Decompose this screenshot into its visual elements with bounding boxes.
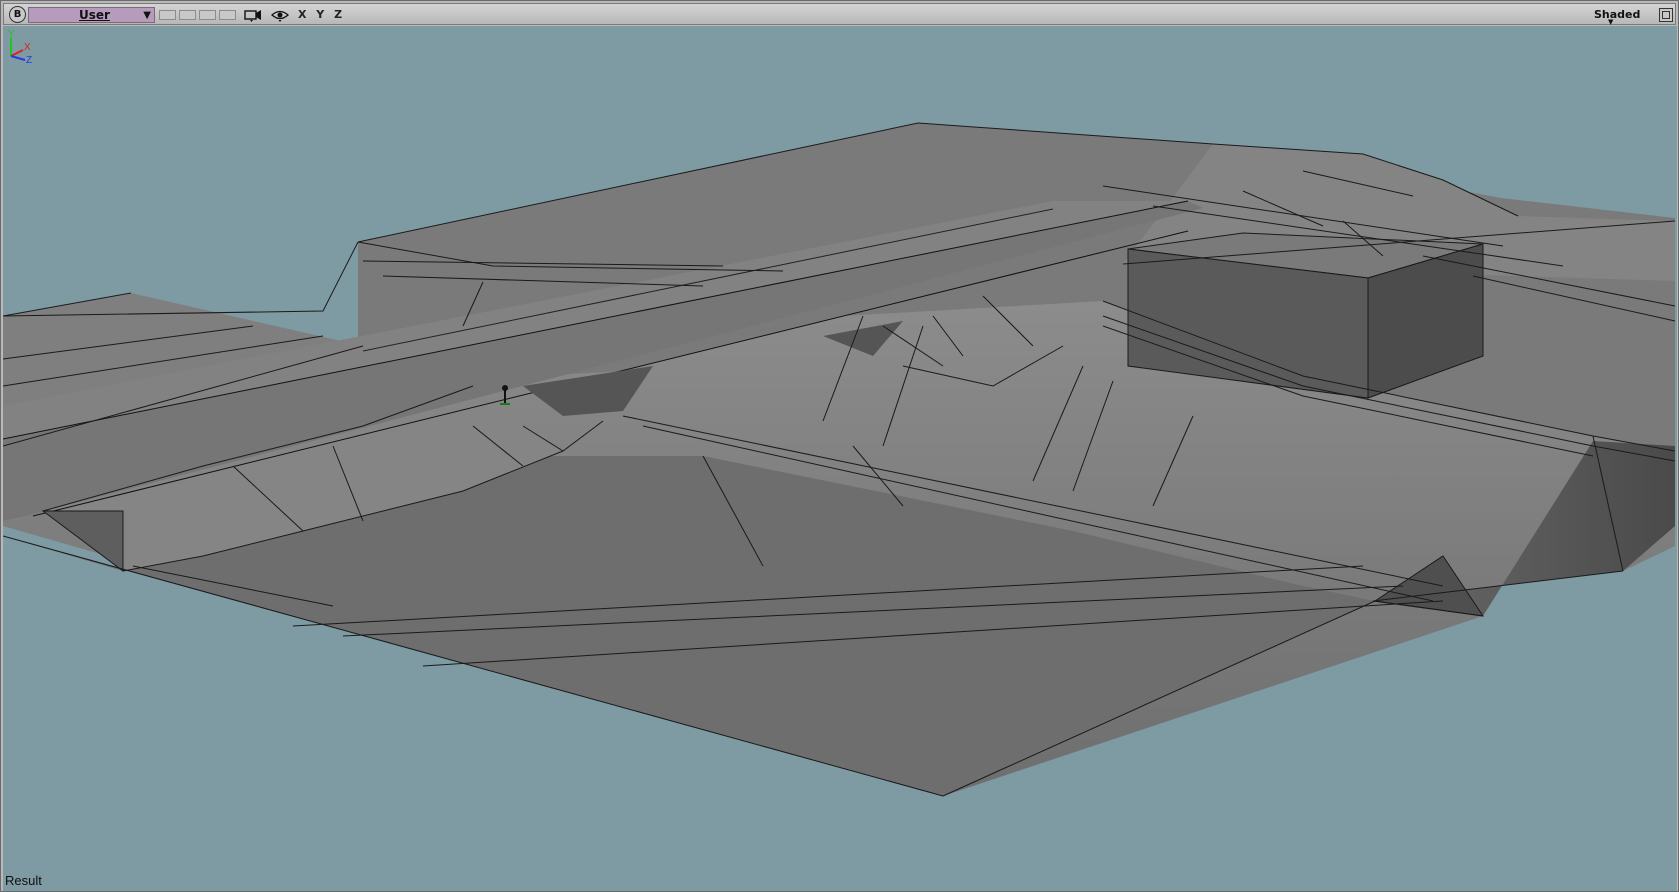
layout-slot-1[interactable]	[159, 10, 176, 20]
axis-triad: Y X Z	[8, 29, 32, 66]
x-axis-line	[10, 49, 24, 57]
x-axis-label: X	[24, 42, 31, 53]
axis-toggles[interactable]: X Y Z	[298, 7, 345, 23]
viewport-toolbar: B User ▼ X Y Z Shaded ▼	[3, 3, 1676, 26]
layout-slot-4[interactable]	[219, 10, 236, 20]
eye-icon[interactable]	[271, 9, 289, 22]
shading-mode-select[interactable]: Shaded	[1594, 7, 1640, 23]
chevron-down-icon: ▼	[143, 10, 151, 21]
maximize-icon[interactable]	[1659, 8, 1673, 22]
y-axis-label: Y	[8, 29, 15, 40]
camera-label: User	[79, 8, 110, 22]
shading-chevron-icon: ▼	[1608, 18, 1614, 26]
layout-slot-2[interactable]	[179, 10, 196, 20]
layout-slot-3[interactable]	[199, 10, 216, 20]
z-axis-line	[10, 55, 26, 61]
left-abutment	[41, 510, 124, 572]
status-label: Result	[5, 873, 42, 888]
3d-viewport[interactable]: Y X Z	[3, 26, 1677, 891]
viewport-window: B User ▼ X Y Z Shaded ▼ Y X Z Result	[0, 0, 1679, 892]
camera-select[interactable]: User ▼	[28, 7, 155, 23]
z-axis-label: Z	[26, 55, 32, 66]
camera-icon[interactable]	[244, 9, 262, 22]
scene-mesh	[3, 122, 1676, 797]
viewport-badge-button[interactable]: B	[9, 6, 26, 23]
